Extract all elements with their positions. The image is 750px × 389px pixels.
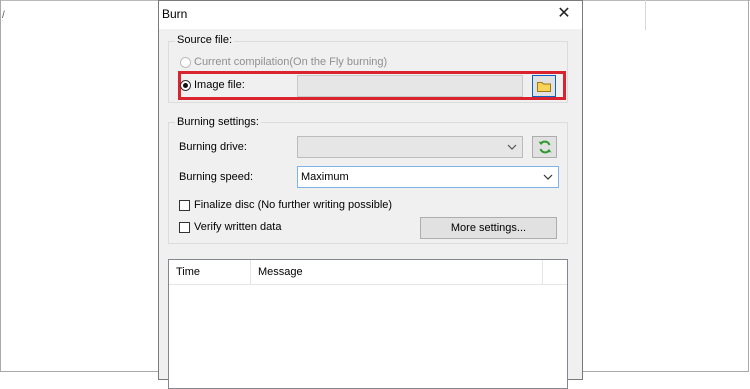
verify-data-label: Verify written data (194, 221, 282, 233)
log-header: Time Message (169, 260, 567, 285)
burning-speed-label: Burning speed: (179, 171, 253, 183)
close-icon[interactable]: ✕ (556, 5, 572, 23)
checkbox[interactable] (179, 221, 190, 233)
image-file-path-input[interactable] (297, 75, 523, 97)
radio-button[interactable] (180, 56, 191, 68)
browse-folder-button[interactable] (532, 75, 556, 97)
radio-image-file-label: Image file: (194, 79, 245, 91)
burn-dialog: Burn ✕ Source file: Current compilation(… (158, 0, 583, 389)
refresh-drives-button[interactable] (532, 136, 557, 158)
column-header-message[interactable]: Message (251, 260, 543, 284)
column-header-time[interactable]: Time (169, 260, 251, 284)
finalize-disc-checkbox[interactable]: Finalize disc (No further writing possib… (179, 199, 392, 211)
radio-current-compilation-label: Current compilation(On the Fly burning) (194, 56, 388, 68)
radio-image-file[interactable]: Image file: (180, 79, 245, 91)
more-settings-button[interactable]: More settings... (420, 217, 557, 239)
burning-settings-legend: Burning settings: (175, 116, 261, 128)
radio-current-compilation[interactable]: Current compilation(On the Fly burning) (180, 56, 387, 68)
chevron-down-icon (507, 144, 517, 150)
folder-icon (537, 82, 551, 92)
dialog-title: Burn (162, 7, 188, 21)
dialog-titlebar: Burn ✕ (159, 1, 582, 29)
verify-data-checkbox[interactable]: Verify written data (179, 221, 281, 233)
source-file-legend: Source file: (175, 34, 235, 46)
refresh-icon (538, 140, 551, 154)
chevron-down-icon (543, 174, 553, 180)
radio-button[interactable] (180, 79, 191, 91)
background-column-divider (645, 0, 646, 30)
checkbox[interactable] (179, 199, 190, 211)
burning-drive-label: Burning drive: (179, 141, 247, 153)
burning-drive-select[interactable] (297, 136, 523, 158)
finalize-disc-label: Finalize disc (No further writing possib… (194, 199, 393, 211)
burning-speed-select[interactable]: Maximum (297, 166, 559, 188)
log-list[interactable]: Time Message (168, 259, 568, 389)
background-glyph: / (2, 10, 5, 21)
